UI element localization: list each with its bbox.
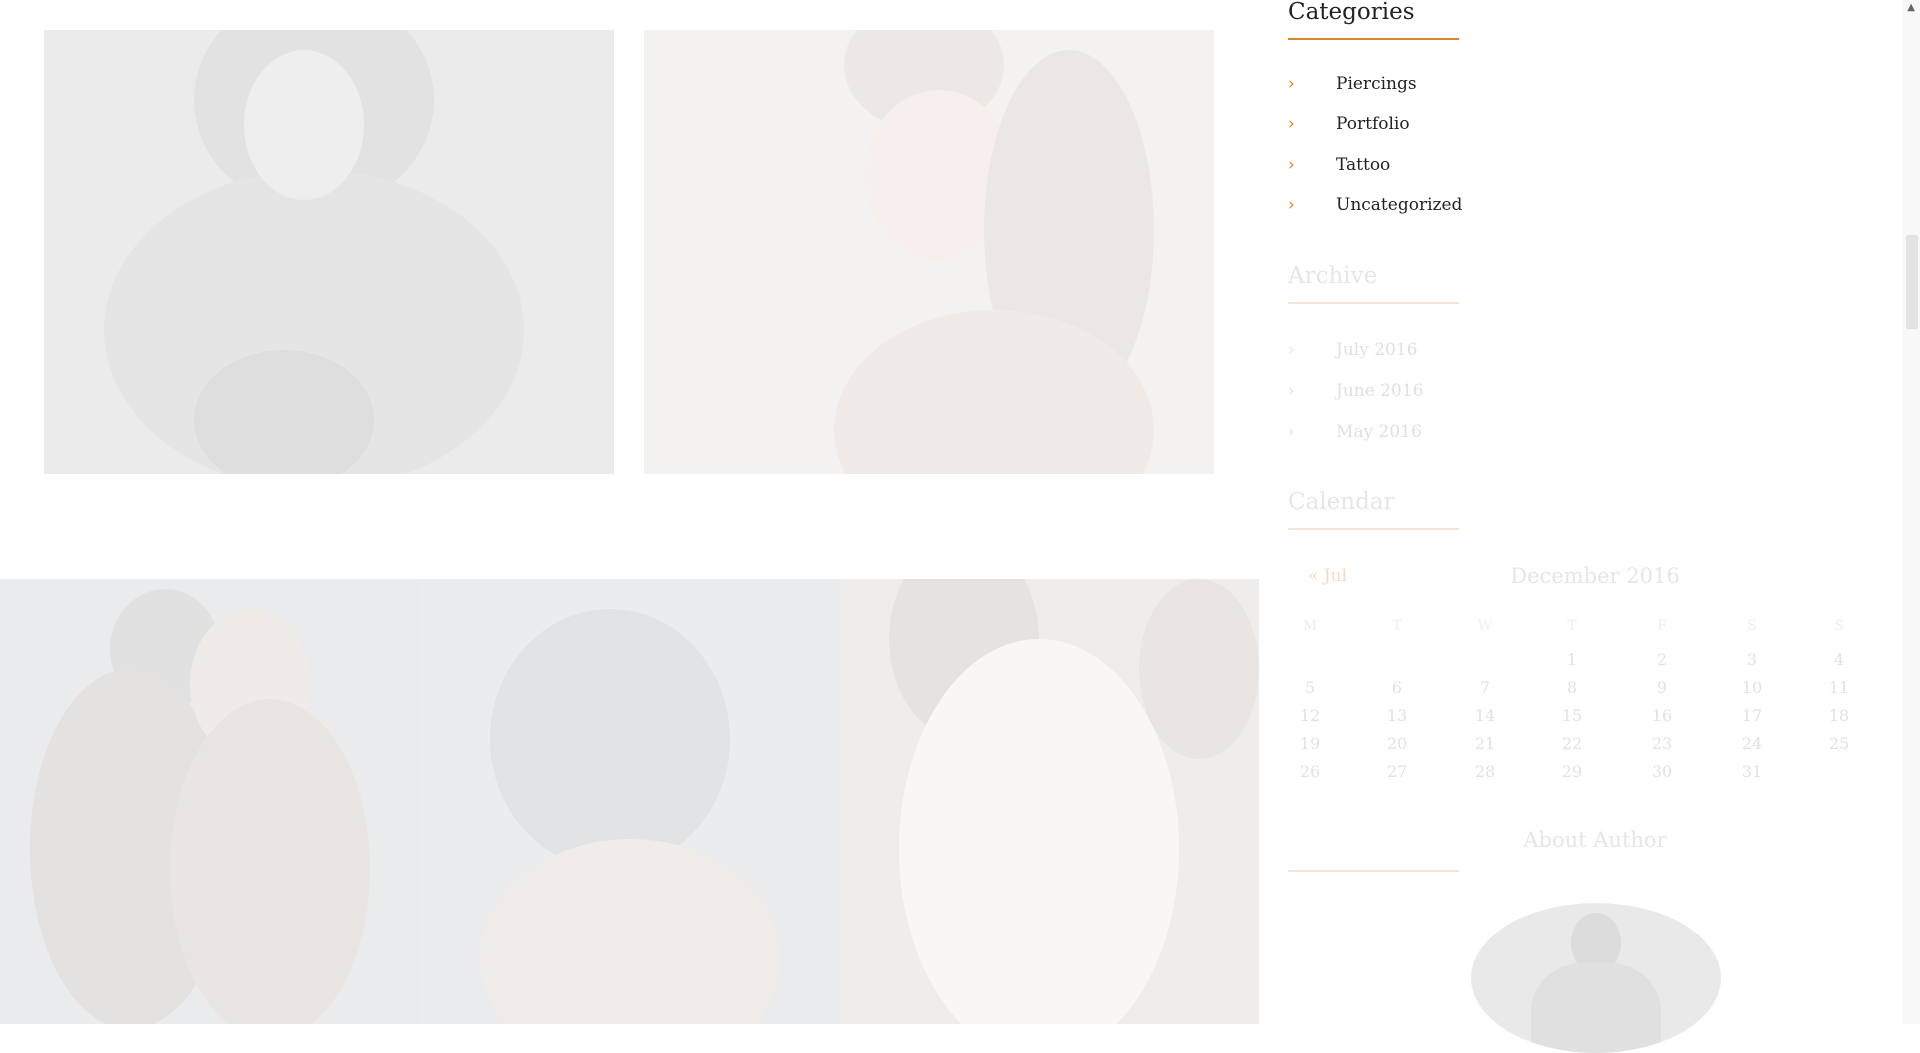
chevron-right-icon: ›: [1288, 155, 1295, 175]
archive-item-label[interactable]: June 2016: [1336, 379, 1423, 403]
calendar-day: 9: [1656, 678, 1668, 697]
category-item-label[interactable]: Portfolio: [1336, 112, 1410, 136]
calendar-day: 1: [1566, 650, 1578, 669]
category-item-label[interactable]: Uncategorized: [1336, 193, 1462, 217]
calendar-day: 16: [1651, 706, 1673, 725]
arrow-up-icon[interactable]: ▲: [1907, 2, 1915, 13]
calendar-day: 2: [1656, 650, 1668, 669]
calendar-day: 4: [1833, 650, 1845, 669]
calendar-weekday-header: S: [1834, 618, 1844, 634]
about-author-divider: [1288, 870, 1459, 872]
page-scrollbar[interactable]: ▲: [1903, 0, 1920, 1024]
calendar-day: 5: [1304, 678, 1316, 697]
calendar-day: 14: [1474, 706, 1496, 725]
calendar-month-caption: December 2016: [1510, 564, 1680, 588]
calendar-day: 28: [1474, 762, 1496, 781]
calendar-day: 6: [1391, 678, 1403, 697]
calendar-day: 30: [1651, 762, 1673, 781]
chevron-right-icon: ›: [1288, 381, 1295, 401]
calendar-prev-month-link[interactable]: « Jul: [1308, 566, 1347, 586]
archive-item-label[interactable]: July 2016: [1336, 338, 1417, 362]
about-author-title: About Author: [1523, 828, 1667, 852]
calendar-day: 26: [1299, 762, 1321, 781]
calendar-day: 3: [1746, 650, 1758, 669]
calendar-weekday-header: F: [1657, 618, 1667, 634]
calendar-weekday-header: M: [1302, 618, 1318, 634]
calendar-day: 21: [1474, 734, 1496, 753]
chevron-right-icon: ›: [1288, 195, 1295, 215]
calendar-day: 10: [1741, 678, 1763, 697]
calendar-weekday-header: S: [1747, 618, 1757, 634]
chevron-right-icon: ›: [1288, 74, 1295, 94]
calendar-day: 12: [1299, 706, 1321, 725]
calendar-day: 11: [1828, 678, 1850, 697]
calendar-weekday-header: T: [1392, 618, 1402, 634]
calendar-weekday-header: W: [1477, 618, 1493, 634]
archive-widget-title: Archive: [1288, 262, 1459, 304]
calendar-day: 31: [1741, 762, 1763, 781]
gallery-photo-2[interactable]: [644, 30, 1214, 474]
calendar-day: 23: [1651, 734, 1673, 753]
calendar-day: 29: [1561, 762, 1583, 781]
category-item-label[interactable]: Tattoo: [1336, 153, 1390, 177]
calendar-day: 20: [1386, 734, 1408, 753]
calendar-day: 18: [1828, 706, 1850, 725]
calendar-day: 7: [1479, 678, 1491, 697]
calendar-day: 13: [1386, 706, 1408, 725]
scrollbar-thumb[interactable]: [1906, 235, 1918, 329]
calendar-day: 27: [1386, 762, 1408, 781]
gallery-photo-4[interactable]: [420, 579, 839, 1024]
category-item-label[interactable]: Piercings: [1336, 72, 1417, 96]
calendar-day: 25: [1828, 734, 1850, 753]
calendar-day: 19: [1299, 734, 1321, 753]
gallery-photo-3[interactable]: [0, 579, 420, 1024]
calendar-day: 24: [1741, 734, 1763, 753]
gallery-photo-5[interactable]: [839, 579, 1259, 1024]
calendar-day: 22: [1561, 734, 1583, 753]
calendar-weekday-header: T: [1567, 618, 1577, 634]
calendar-day: 8: [1566, 678, 1578, 697]
categories-widget-title: Categories: [1288, 0, 1459, 40]
archive-item-label[interactable]: May 2016: [1336, 420, 1422, 444]
gallery-photo-1[interactable]: [44, 30, 614, 474]
calendar-widget-title: Calendar: [1288, 488, 1459, 530]
calendar-day: 17: [1741, 706, 1763, 725]
chevron-right-icon: ›: [1288, 422, 1295, 442]
chevron-right-icon: ›: [1288, 340, 1295, 360]
calendar-day: 15: [1561, 706, 1583, 725]
author-avatar: [1471, 903, 1721, 1053]
chevron-right-icon: ›: [1288, 114, 1295, 134]
